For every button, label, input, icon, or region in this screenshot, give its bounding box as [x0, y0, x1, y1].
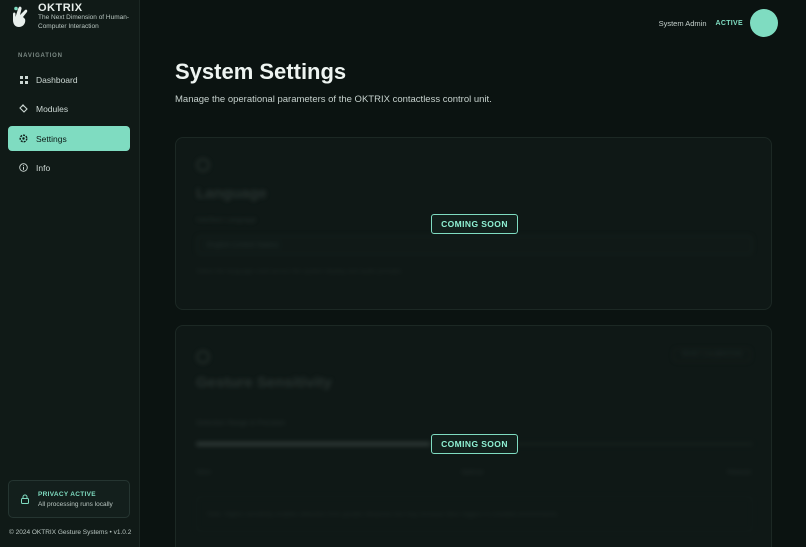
hand-wave-icon [196, 350, 210, 364]
privacy-title: PRIVACY ACTIVE [38, 490, 96, 498]
privacy-subtitle: All processing runs locally [38, 500, 113, 508]
reset-calibration-button[interactable]: RESET CALIBRATION [673, 348, 751, 362]
sidebar-item-label: Modules [36, 103, 69, 114]
globe-icon [196, 158, 210, 172]
card-title: Gesture Sensitivity [196, 374, 332, 391]
user-name: System Admin [658, 18, 707, 28]
hand-icon [13, 6, 28, 28]
nav-heading: NAVIGATION [18, 53, 63, 59]
sidebar-item-settings[interactable]: Settings [8, 126, 130, 151]
field-label: Interface Language [196, 217, 257, 224]
brand[interactable]: OKTRIX The Next Dimension of Human-Compu… [10, 2, 133, 31]
brand-tagline: The Next Dimension of Human-Computer Int… [38, 14, 130, 30]
privacy-status: PRIVACY ACTIVE All processing runs local… [8, 480, 130, 518]
sidebar-item-label: Settings [36, 133, 67, 144]
help-text: Select the language used across the syst… [196, 268, 404, 275]
sidebar-item-label: Info [36, 162, 51, 173]
status-badge: ACTIVE [715, 19, 743, 27]
grid-icon [19, 75, 28, 84]
lock-icon [21, 494, 29, 504]
sidebar-item-info[interactable]: Info [8, 155, 130, 180]
note-box: Note: Higher sensitivity enables detecti… [196, 496, 753, 532]
info-icon [19, 163, 28, 172]
slider-label-max: Relaxed [727, 469, 751, 476]
brand-name-part1: OK [38, 2, 56, 14]
brand-name-part2: TRIX [55, 2, 83, 14]
sidebar-item-dashboard[interactable]: Dashboard [8, 67, 130, 92]
avatar[interactable] [750, 9, 778, 37]
user-bar: System Admin ACTIVE [659, 9, 778, 37]
brand-name: OKTRIX [38, 2, 133, 14]
slider-label-mid: Optimal [461, 469, 484, 476]
page-title: System Settings [175, 59, 347, 84]
sidebar-item-label: Dashboard [36, 74, 78, 85]
puzzle-icon [19, 104, 28, 113]
footer-copyright: © 2024 OKTRIX Gesture Systems • v1.0.2 [9, 529, 132, 536]
page-description: Manage the operational parameters of the… [175, 94, 492, 105]
coming-soon-badge: COMING SOON [431, 214, 518, 234]
gear-icon [19, 134, 28, 143]
card-title: Language [196, 185, 267, 202]
language-select[interactable]: English (United States) [196, 235, 753, 255]
sidebar-item-modules[interactable]: Modules [8, 96, 130, 121]
language-card: Language Interface Language English (Uni… [175, 137, 772, 310]
sidebar: OKTRIX The Next Dimension of Human-Compu… [0, 0, 140, 547]
slider-fill [196, 442, 430, 446]
gesture-sensitivity-card: RESET CALIBRATION Gesture Sensitivity De… [175, 325, 772, 547]
field-label: Detection Range & Precision [196, 420, 286, 427]
slider-label-min: Strict [196, 469, 211, 476]
coming-soon-badge: COMING SOON [431, 434, 518, 454]
